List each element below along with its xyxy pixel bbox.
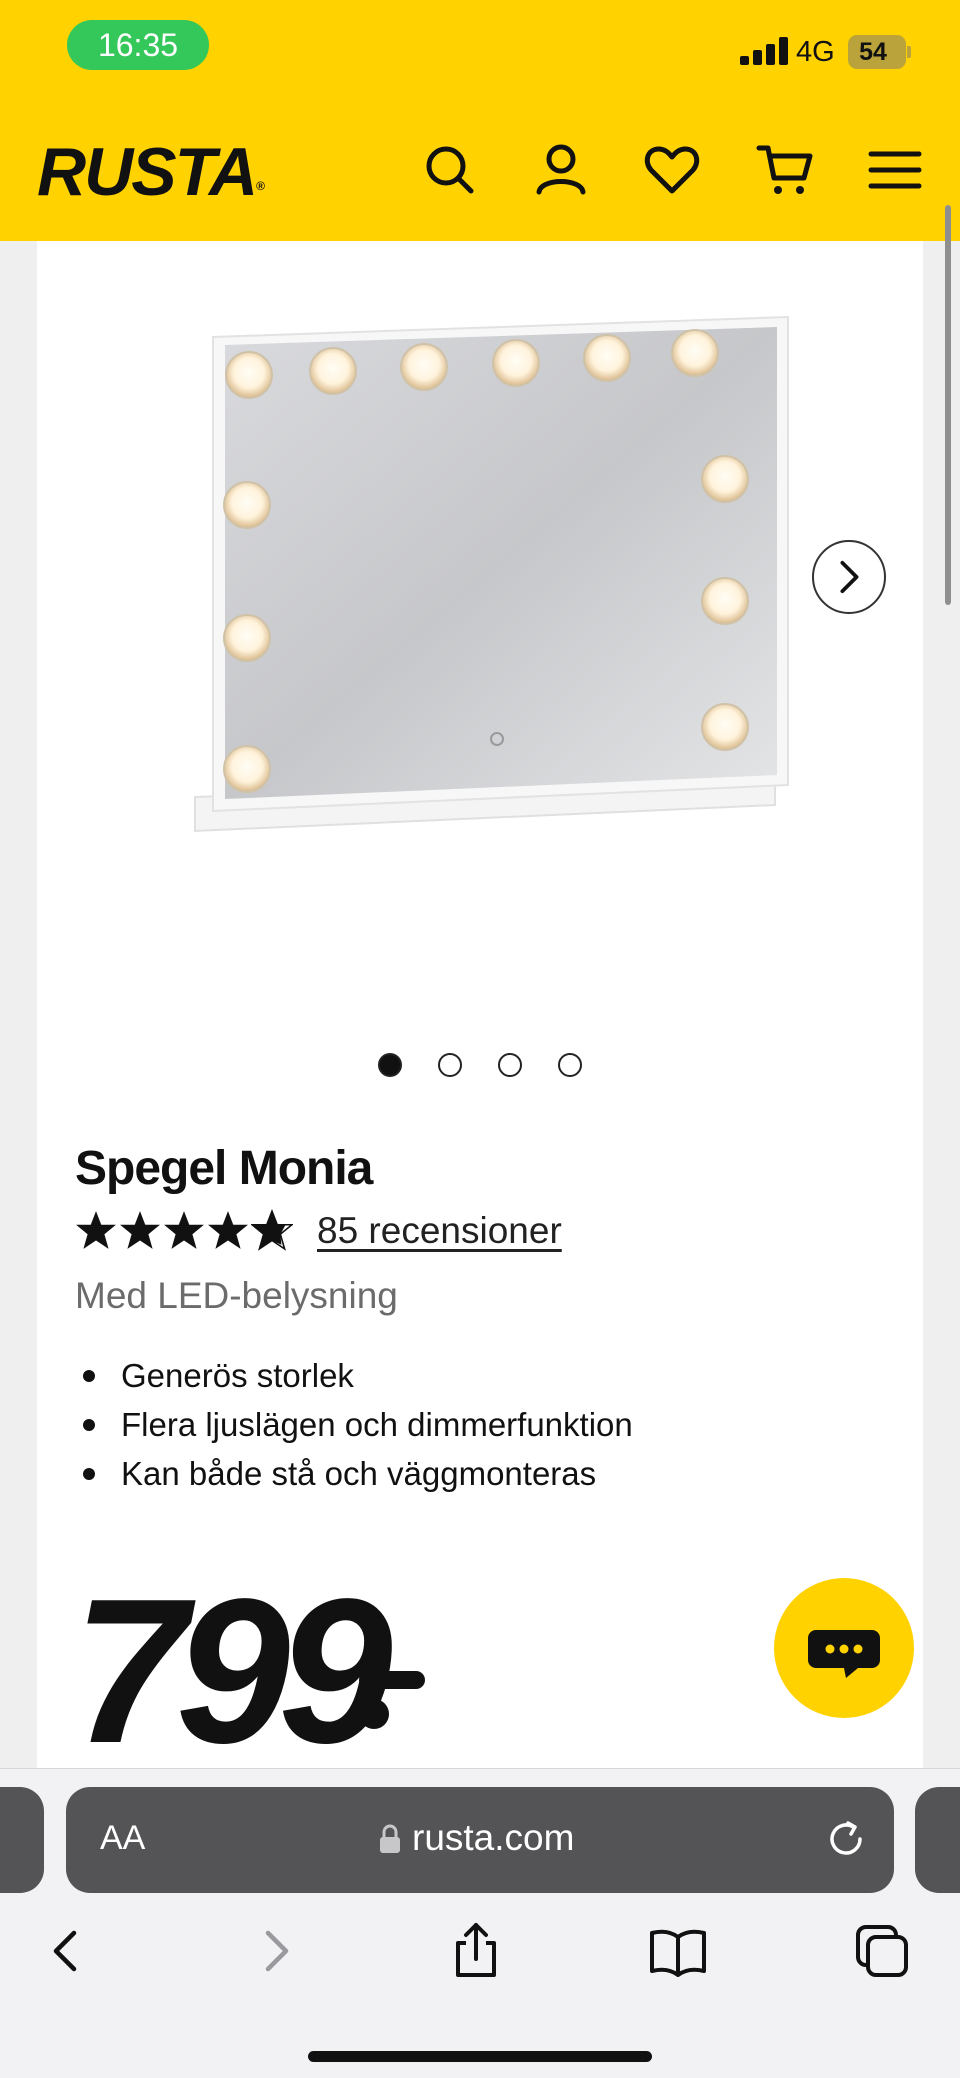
bookmarks-icon[interactable] [648,1921,708,1981]
carousel-dot-4[interactable] [558,1053,582,1077]
price-suffix-dash [359,1671,425,1689]
reload-icon[interactable] [824,1817,868,1861]
cart-icon[interactable] [756,140,816,200]
star-full-icon [120,1211,160,1249]
star-full-icon [76,1211,116,1249]
rating-stars[interactable] [75,1209,293,1255]
chat-button[interactable] [774,1578,914,1718]
carousel-next-button[interactable] [812,540,886,614]
feature-list: Generös storlek Flera ljuslägen och dimm… [75,1351,633,1498]
previous-tab-preview[interactable] [0,1787,44,1893]
network-type: 4G [796,36,835,68]
star-half-icon [251,1209,293,1251]
rusta-logo[interactable]: RUSTA® [37,132,265,212]
account-icon[interactable] [531,140,591,200]
page-scrollbar[interactable] [945,205,951,605]
product-subtitle: Med LED-belysning [75,1275,398,1316]
battery-nub [907,46,911,58]
product-card: Spegel Monia 85 recensioner Med LED-bely… [37,241,923,1786]
home-indicator[interactable] [308,2051,652,2062]
forward-icon[interactable] [244,1921,304,1981]
share-icon[interactable] [446,1921,506,1981]
site-header: 16:35 4G 54 RUSTA® [0,0,960,241]
tabs-icon[interactable] [852,1921,912,1981]
battery-level: 54 [859,38,887,66]
price-suffix-dot [359,1699,389,1729]
feature-item: Generös storlek [75,1351,633,1400]
star-full-icon [164,1211,204,1249]
back-icon[interactable] [38,1921,98,1981]
carousel-dot-1[interactable] [378,1053,402,1077]
search-icon[interactable] [420,140,480,200]
logo-registered-mark: ® [256,179,265,193]
status-time: 16:35 [67,20,209,70]
feature-item: Kan både stå och väggmonteras [75,1449,633,1498]
browser-toolbar: AA rusta.com [0,1768,960,2078]
product-title: Spegel Monia [75,1142,373,1195]
heart-icon[interactable] [642,140,702,200]
carousel-dots [378,1053,582,1077]
text-size-button[interactable]: AA [100,1819,145,1858]
product-image[interactable] [187,301,827,901]
cellular-signal-icon [740,37,790,65]
star-full-icon [208,1211,248,1249]
product-price: 799 [73,1556,393,1786]
next-tab-preview[interactable] [915,1787,960,1893]
logo-text: RUSTA [37,134,258,210]
carousel-dot-2[interactable] [438,1053,462,1077]
feature-item: Flera ljuslägen och dimmerfunktion [75,1400,633,1449]
menu-icon[interactable] [865,140,925,200]
reviews-link[interactable]: 85 recensioner [317,1210,562,1252]
carousel-dot-3[interactable] [498,1053,522,1077]
url-text[interactable]: rusta.com [412,1817,574,1859]
lock-icon [380,1824,400,1853]
address-bar[interactable]: AA rusta.com [66,1787,894,1893]
